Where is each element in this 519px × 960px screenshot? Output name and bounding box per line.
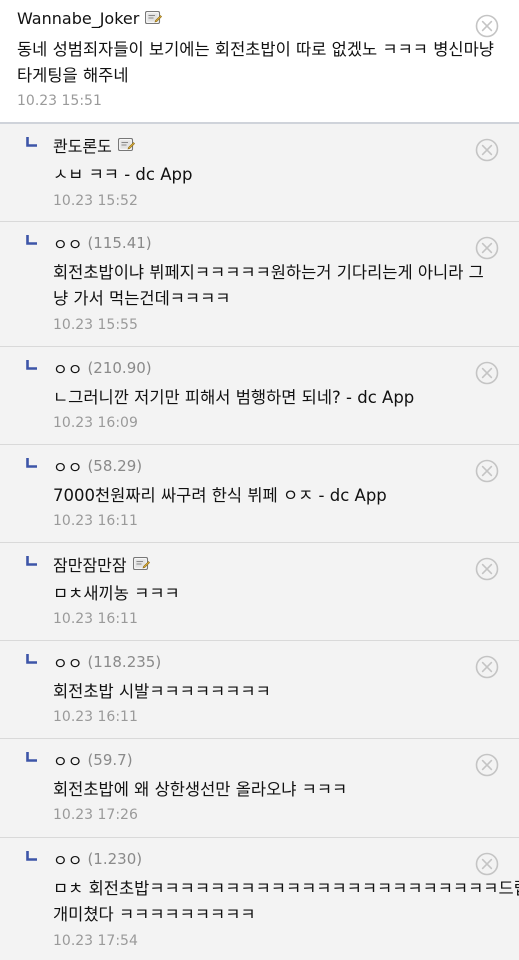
delete-comment-button[interactable]: [475, 557, 499, 581]
reply-arrow-icon: [26, 137, 37, 147]
ip-address: (210.90): [87, 359, 152, 377]
delete-circle-x-icon: [475, 753, 499, 777]
comment-text: 회전초밥 시발ㅋㅋㅋㅋㅋㅋㅋㅋ: [53, 679, 271, 705]
reply-arrow-icon: [26, 851, 37, 861]
comment: Wannabe_Joker 동네 성범죄자들이 보기에는 회전초밥이 따로 없겠노…: [0, 0, 519, 122]
comment-text-line: 개미쳤다 ㅋㅋㅋㅋㅋㅋㅋㅋㅋ: [53, 905, 256, 924]
nickname[interactable]: ㅇㅇ: [53, 356, 82, 380]
delete-comment-button[interactable]: [475, 655, 499, 679]
comment-text: ㄴ그러니깐 저기만 피해서 범행하면 되네? - dc App: [53, 385, 414, 411]
comment-text-line: ㅅㅂ ㅋㅋ - dc App: [53, 165, 193, 184]
reply-comment: ㅇㅇ (1.230) ㅁㅊ 회전초밥ㅋㅋㅋㅋㅋㅋㅋㅋㅋㅋㅋㅋㅋㅋㅋㅋㅋㅋㅋㅋㅋㅋㅋ드…: [0, 837, 519, 960]
reply-comment: ㅇㅇ (118.235) 회전초밥 시발ㅋㅋㅋㅋㅋㅋㅋㅋ 10.23 16:11: [0, 640, 519, 738]
reply-comment: 콴도론도 ㅅㅂ ㅋㅋ - dc App 10.23 15:52: [0, 122, 519, 221]
comment-text: ㅁㅊ새끼농 ㅋㅋㅋ: [53, 581, 180, 607]
delete-comment-button[interactable]: [475, 138, 499, 162]
comment-text: 회전초밥에 왜 상한생선만 올라오냐 ㅋㅋㅋ: [53, 777, 347, 803]
comment-date: 10.23 15:51: [17, 93, 102, 109]
reply-arrow-icon: [26, 458, 37, 468]
comment-header: 잠만잠만잠: [53, 552, 150, 576]
comment-date: 10.23 16:09: [53, 415, 138, 431]
nickname[interactable]: 잠만잠만잠: [53, 552, 127, 576]
delete-comment-button[interactable]: [475, 361, 499, 385]
gallog-icon[interactable]: [117, 137, 135, 153]
reply-comment: ㅇㅇ (58.29) 7000천원짜리 싸구려 한식 뷔페 ㅇㅈ - dc App 1…: [0, 444, 519, 542]
comment-text: 동네 성범죄자들이 보기에는 회전초밥이 따로 없겠노 ㅋㅋㅋ 병신마냥타게팅을…: [17, 37, 494, 89]
comment-date: 10.23 17:26: [53, 807, 138, 823]
reply-arrow-icon: [26, 235, 37, 245]
comment-text: ㅁㅊ 회전초밥ㅋㅋㅋㅋㅋㅋㅋㅋㅋㅋㅋㅋㅋㅋㅋㅋㅋㅋㅋㅋㅋㅋㅋ드립개미쳤다 ㅋㅋㅋ…: [53, 876, 519, 928]
ip-address: (58.29): [87, 457, 143, 475]
ip-address: (118.235): [87, 653, 162, 671]
delete-circle-x-icon: [475, 655, 499, 679]
delete-circle-x-icon: [475, 459, 499, 483]
comment-text-line: ㄴ그러니깐 저기만 피해서 범행하면 되네? - dc App: [53, 388, 415, 407]
gallog-icon[interactable]: [132, 556, 150, 572]
reply-arrow-icon: [26, 752, 37, 762]
comment-text: 7000천원짜리 싸구려 한식 뷔페 ㅇㅈ - dc App: [53, 483, 387, 509]
delete-circle-x-icon: [475, 138, 499, 162]
comment-date: 10.23 17:54: [53, 933, 138, 949]
comment-text: ㅅㅂ ㅋㅋ - dc App: [53, 162, 192, 188]
delete-circle-x-icon: [475, 14, 499, 38]
comment-thread: Wannabe_Joker 동네 성범죄자들이 보기에는 회전초밥이 따로 없겠노…: [0, 0, 519, 960]
gallog-icon[interactable]: [145, 11, 163, 26]
reply-comment: ㅇㅇ (115.41) 회전초밥이냐 뷔페지ㅋㅋㅋㅋㅋ원하는거 기다리는게 아니라 …: [0, 221, 519, 346]
comment-text-line: 회전초밥에 왜 상한생선만 올라오냐 ㅋㅋㅋ: [53, 780, 348, 799]
comment-header: ㅇㅇ (118.235): [53, 650, 161, 674]
ip-address: (115.41): [87, 234, 152, 252]
comment-text-line: 냥 가서 먹는건데ㅋㅋㅋㅋ: [53, 289, 231, 308]
reply-comment: ㅇㅇ (210.90) ㄴ그러니깐 저기만 피해서 범행하면 되네? - dc Ap…: [0, 346, 519, 444]
comment-header: ㅇㅇ (58.29): [53, 454, 142, 478]
comment-date: 10.23 16:11: [53, 611, 138, 627]
reply-comment: ㅇㅇ (59.7) 회전초밥에 왜 상한생선만 올라오냐 ㅋㅋㅋ 10.23 17:2…: [0, 738, 519, 837]
nickname[interactable]: Wannabe_Joker: [17, 9, 139, 28]
nickname[interactable]: ㅇㅇ: [53, 454, 82, 478]
comment-text-line: 회전초밥 시발ㅋㅋㅋㅋㅋㅋㅋㅋ: [53, 682, 271, 701]
nickname[interactable]: ㅇㅇ: [53, 650, 82, 674]
nickname[interactable]: 콴도론도: [53, 133, 112, 157]
ip-address: (1.230): [87, 850, 143, 868]
ip-address: (59.7): [87, 751, 133, 769]
comment-header: Wannabe_Joker: [17, 9, 163, 28]
delete-comment-button[interactable]: [475, 459, 499, 483]
comment-header: ㅇㅇ (59.7): [53, 748, 133, 772]
comment-date: 10.23 16:11: [53, 709, 138, 725]
nickname[interactable]: ㅇㅇ: [53, 847, 82, 871]
comment-text-line: 타게팅을 해주네: [17, 66, 129, 85]
delete-circle-x-icon: [475, 236, 499, 260]
comment-text: 회전초밥이냐 뷔페지ㅋㅋㅋㅋㅋ원하는거 기다리는게 아니라 그냥 가서 먹는건데…: [53, 260, 484, 312]
reply-arrow-icon: [26, 556, 37, 566]
comment-header: ㅇㅇ (210.90): [53, 356, 152, 380]
comment-text-line: ㅁㅊ 회전초밥ㅋㅋㅋㅋㅋㅋㅋㅋㅋㅋㅋㅋㅋㅋㅋㅋㅋㅋㅋㅋㅋㅋㅋ드립: [53, 879, 519, 898]
reply-arrow-icon: [26, 360, 37, 370]
comment-header: ㅇㅇ (115.41): [53, 231, 152, 255]
comment-header: ㅇㅇ (1.230): [53, 847, 142, 871]
delete-circle-x-icon: [475, 557, 499, 581]
comment-text-line: 동네 성범죄자들이 보기에는 회전초밥이 따로 없겠노 ㅋㅋㅋ 병신마냥: [17, 40, 494, 59]
comment-date: 10.23 15:52: [53, 193, 138, 209]
comment-date: 10.23 15:55: [53, 317, 138, 333]
nickname[interactable]: ㅇㅇ: [53, 231, 82, 255]
reply-comment: 잠만잠만잠 ㅁㅊ새끼농 ㅋㅋㅋ 10.23 16:11: [0, 542, 519, 640]
delete-circle-x-icon: [475, 852, 499, 876]
comment-text-line: 회전초밥이냐 뷔페지ㅋㅋㅋㅋㅋ원하는거 기다리는게 아니라 그: [53, 263, 484, 282]
comment-text-line: ㅁㅊ새끼농 ㅋㅋㅋ: [53, 584, 180, 603]
delete-comment-button[interactable]: [475, 14, 499, 38]
delete-comment-button[interactable]: [475, 852, 499, 876]
comment-date: 10.23 16:11: [53, 513, 138, 529]
delete-comment-button[interactable]: [475, 753, 499, 777]
nickname[interactable]: ㅇㅇ: [53, 748, 82, 772]
delete-circle-x-icon: [475, 361, 499, 385]
comment-text-line: 7000천원짜리 싸구려 한식 뷔페 ㅇㅈ - dc App: [53, 486, 387, 505]
reply-arrow-icon: [26, 654, 37, 664]
delete-comment-button[interactable]: [475, 236, 499, 260]
comment-header: 콴도론도: [53, 133, 135, 157]
